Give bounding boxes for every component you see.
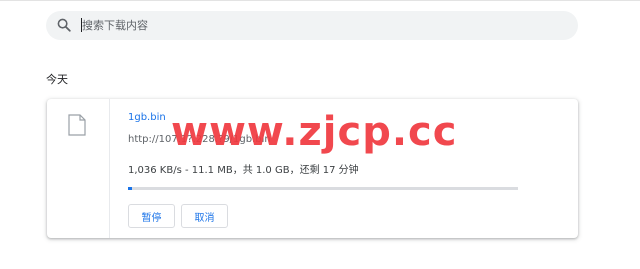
download-status: 1,036 KB/s - 11.1 MB，共 1.0 GB，还剩 17 分钟 xyxy=(128,165,359,176)
file-icon xyxy=(68,114,86,136)
download-progress-bar xyxy=(128,187,518,190)
download-progress-fill xyxy=(128,187,132,190)
search-input[interactable] xyxy=(82,17,542,34)
file-name-link[interactable]: 1gb.bin xyxy=(128,112,166,123)
date-section-title: 今天 xyxy=(46,73,68,86)
source-url[interactable]: http://107.1?.228.?9/1gb.bin xyxy=(128,134,271,145)
cancel-button[interactable]: 取消 xyxy=(181,204,228,228)
download-item-card: 1gb.bin http://107.1?.228.?9/1gb.bin 1,0… xyxy=(47,99,578,238)
search-icon xyxy=(57,18,71,32)
card-divider xyxy=(109,99,110,238)
search-bar[interactable] xyxy=(46,11,578,40)
pause-button[interactable]: 暂停 xyxy=(128,204,175,228)
top-divider xyxy=(0,0,640,1)
